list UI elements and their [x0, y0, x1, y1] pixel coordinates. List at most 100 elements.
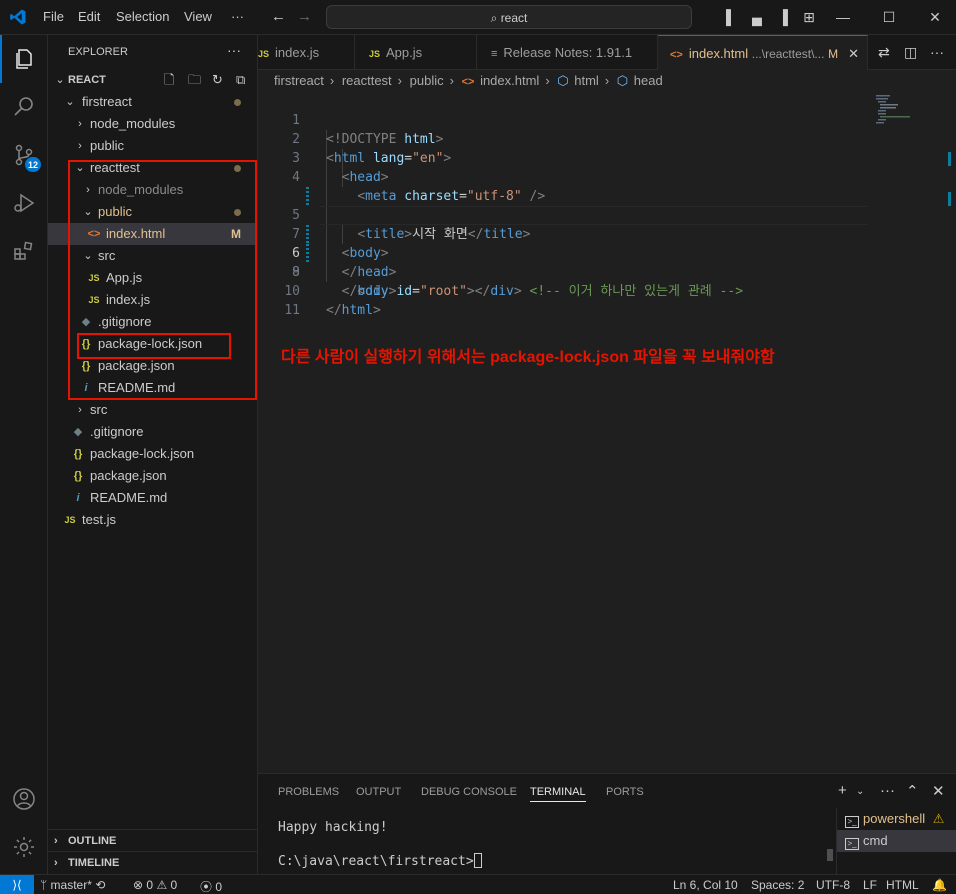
terminal-name: powershell — [863, 811, 926, 826]
menu-file[interactable]: File — [43, 9, 64, 24]
breadcrumb-item[interactable]: firstreact — [274, 73, 324, 88]
editor-more-icon[interactable]: ··· — [930, 44, 944, 60]
ports-indicator[interactable]: ⦿ 0 — [200, 878, 222, 894]
close-tab-icon[interactable]: ✕ — [848, 36, 859, 70]
tree-file-test-js[interactable]: JS test.js — [48, 509, 257, 531]
tree-folder-node-modules[interactable]: › node_modules — [48, 113, 257, 135]
compare-changes-icon[interactable]: ⇄ — [878, 44, 890, 61]
terminal-cursor — [473, 853, 482, 868]
menu-edit[interactable]: Edit — [78, 9, 100, 24]
chevron-right-icon: › — [604, 73, 610, 88]
split-editor-icon[interactable]: ◫ — [904, 44, 917, 61]
panel-tab-output[interactable]: OUTPUT — [356, 786, 401, 798]
tree-folder-public[interactable]: › public — [48, 135, 257, 157]
toggle-secondary-sidebar-icon[interactable]: ▐ — [772, 6, 794, 28]
code-editor[interactable]: 1 <!DOCTYPE html> 2 <html lang="en"> 3 <… — [258, 92, 956, 773]
chevron-right-icon: › — [54, 857, 58, 869]
run-debug-icon[interactable] — [0, 179, 48, 227]
problems-indicator[interactable]: ⊗ 0 ⚠ 0 — [133, 878, 177, 892]
minimap[interactable] — [868, 92, 946, 773]
indentation[interactable]: Spaces: 2 — [751, 878, 804, 892]
maximize-panel-icon[interactable]: ⌃ — [906, 782, 919, 800]
extensions-icon[interactable] — [0, 227, 48, 275]
timeline-section[interactable]: › TIMELINE — [48, 851, 257, 873]
code-line: 9 </body> — [258, 244, 956, 299]
terminal-item-powershell[interactable]: >_ powershell ⚠ — [837, 808, 956, 830]
terminal-prompt-line[interactable]: C:\java\react\firstreact> — [278, 853, 482, 869]
end-of-line[interactable]: LF — [863, 878, 877, 892]
code-line-current: 6 </head> — [258, 187, 956, 280]
panel-tab-ports[interactable]: PORTS — [606, 786, 644, 798]
tree-file-readme[interactable]: i README.md — [48, 487, 257, 509]
outline-section[interactable]: › OUTLINE — [48, 829, 257, 851]
toggle-panel-icon[interactable]: ▄ — [746, 6, 768, 28]
breadcrumb-item[interactable]: html — [574, 73, 599, 88]
cursor-position[interactable]: Ln 6, Col 10 — [673, 878, 738, 892]
explorer-more-icon[interactable]: ··· — [227, 42, 241, 58]
new-folder-icon[interactable]: 🗀 — [188, 69, 201, 91]
collapse-all-icon[interactable]: ⧉ — [236, 69, 245, 91]
source-control-icon[interactable]: 12 — [0, 131, 48, 179]
remote-indicator-icon[interactable]: ⟩⟨ — [0, 875, 34, 894]
code-line: 1 <!DOCTYPE html> — [258, 92, 956, 147]
maximize-icon[interactable]: ☐ — [878, 6, 900, 28]
tree-label: README.md — [90, 490, 168, 505]
panel-tab-debug-console[interactable]: DEBUG CONSOLE — [421, 786, 517, 798]
menu-selection[interactable]: Selection — [116, 9, 169, 24]
chevron-right-icon: › — [329, 73, 335, 88]
panel-tab-terminal[interactable]: TERMINAL — [530, 786, 586, 802]
new-terminal-plus-icon[interactable]: + — [838, 782, 847, 799]
encoding[interactable]: UTF-8 — [816, 878, 850, 892]
tree-label: test.js — [82, 512, 116, 527]
notifications-bell-icon[interactable]: 🔔 — [932, 878, 947, 892]
overview-ruler[interactable] — [948, 92, 956, 773]
breadcrumb-item[interactable]: reacttest — [342, 73, 392, 88]
tree-file-gitignore[interactable]: ◆ .gitignore — [48, 421, 257, 443]
account-icon[interactable] — [0, 775, 48, 823]
menu-view[interactable]: View — [184, 9, 212, 24]
search-icon[interactable] — [0, 83, 48, 131]
js-file-icon: JS — [258, 49, 270, 59]
chevron-down-icon[interactable]: ⌄ — [856, 786, 864, 797]
tab-index-html[interactable]: <> index.html ...\reacttest\... M ✕ — [658, 35, 868, 70]
change-marker — [948, 192, 951, 206]
tree-file-package-json[interactable]: {} package.json — [48, 465, 257, 487]
git-branch-icon: ᛘ — [40, 878, 51, 892]
tab-app-js[interactable]: JS App.js — [355, 35, 477, 70]
breadcrumb-item[interactable]: public — [410, 73, 444, 88]
explorer-title: EXPLORER — [68, 46, 128, 58]
tree-folder-firstreact[interactable]: ⌄ firstreact — [48, 91, 257, 113]
code-line: 7 <body> — [258, 206, 956, 261]
command-center[interactable]: ⌕ react — [326, 5, 692, 29]
tree-folder-src[interactable]: › src — [48, 399, 257, 421]
tree-file-package-lock-json[interactable]: {} package-lock.json — [48, 443, 257, 465]
tab-index-js[interactable]: JS index.js — [258, 35, 355, 70]
close-window-icon[interactable]: ✕ — [924, 6, 946, 28]
tree-label: firstreact — [82, 94, 132, 109]
bottom-panel: PROBLEMS OUTPUT DEBUG CONSOLE TERMINAL P… — [258, 773, 956, 875]
workspace-root[interactable]: ⌄ REACT 🗋 🗀 ↻ ⧉ — [48, 69, 257, 91]
explorer-icon[interactable] — [0, 35, 48, 83]
code-line: 8 <div id="root"></div> <!-- 이거 하나만 있는게 … — [258, 225, 956, 299]
language-mode[interactable]: HTML — [886, 878, 919, 892]
new-file-icon[interactable]: 🗋 — [164, 69, 174, 91]
customize-layout-icon[interactable]: ⊞ — [798, 6, 820, 28]
menu-more[interactable]: ··· — [231, 9, 244, 24]
minimize-icon[interactable]: — — [832, 6, 854, 28]
refresh-icon[interactable]: ↻ — [212, 69, 223, 91]
panel-more-icon[interactable]: ··· — [880, 782, 895, 799]
forward-arrow-icon[interactable]: → — [297, 8, 312, 25]
tab-release-notes[interactable]: ≡ Release Notes: 1.91.1 — [477, 35, 658, 70]
back-arrow-icon[interactable]: ← — [271, 8, 286, 25]
terminal-scrollbar[interactable] — [827, 849, 833, 861]
branch-indicator[interactable]: ᛘ master* ⟲ — [40, 878, 105, 892]
terminal-item-cmd[interactable]: >_ cmd — [837, 830, 956, 852]
breadcrumb-item[interactable]: head — [634, 73, 663, 88]
breadcrumb-item[interactable]: index.html — [480, 73, 539, 88]
panel-tab-problems[interactable]: PROBLEMS — [278, 786, 339, 798]
editor-tabs: JS index.js JS App.js ≡ Release Notes: 1.91… — [258, 35, 956, 70]
toggle-sidebar-icon[interactable]: ▌ — [720, 6, 742, 28]
close-panel-icon[interactable]: ✕ — [932, 782, 945, 800]
manage-gear-icon[interactable] — [0, 823, 48, 871]
terminal-icon: >_ — [845, 816, 859, 828]
